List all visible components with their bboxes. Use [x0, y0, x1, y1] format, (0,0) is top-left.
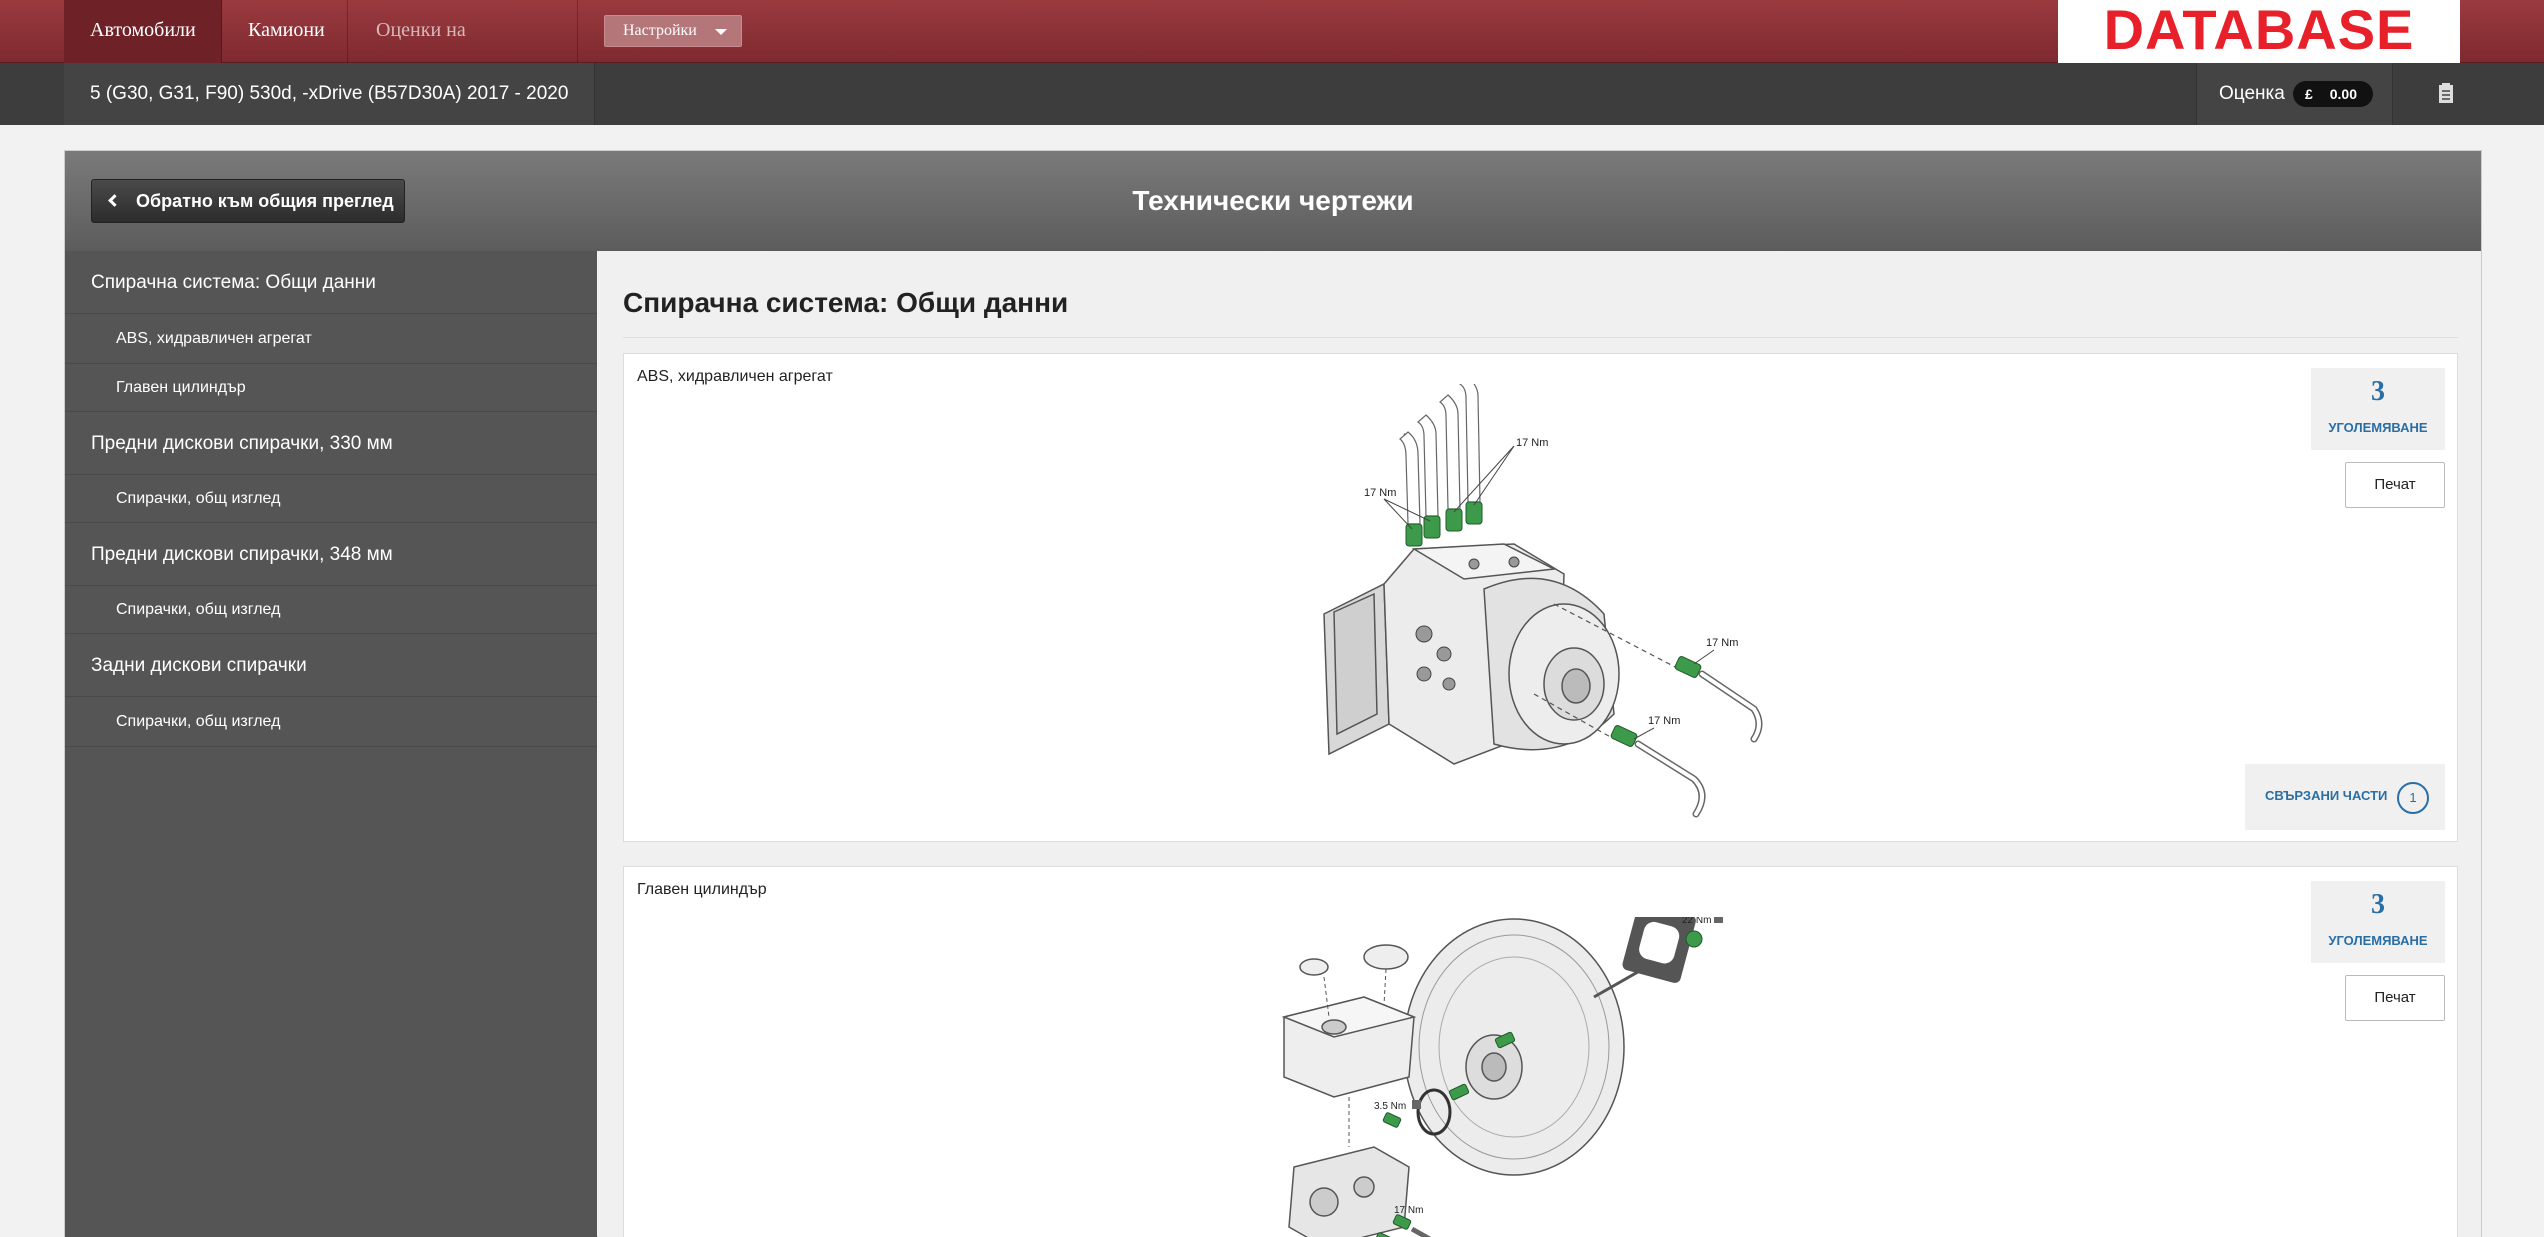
sidebar-item-front-disc-348[interactable]: Предни дискови спирачки, 348 мм: [65, 523, 597, 586]
currency-symbol: £: [2305, 86, 2313, 102]
divider: [623, 337, 2458, 338]
panel-title: Технически чертежи: [1132, 185, 1414, 216]
torque-label: 22 Nm: [1682, 917, 1711, 926]
sidebar-item-master-cylinder[interactable]: Главен цилиндър: [65, 364, 597, 412]
zoom-label: УГОЛЕМЯВАНЕ: [2328, 420, 2428, 435]
caret-down-icon: [715, 29, 727, 35]
back-to-overview-button[interactable]: Обратно към общия преглед: [91, 179, 405, 223]
estimate-total: £ 0.00: [2293, 81, 2373, 107]
torque-label: 17 Nm: [1706, 637, 1738, 649]
sidebar-item-brakes-overview-3[interactable]: Спирачки, общ изглед: [65, 697, 597, 747]
section-title: Спирачна система: Общи данни: [623, 287, 1069, 318]
related-parts-button[interactable]: СВЪРЗАНИ ЧАСТИ 1: [2245, 764, 2445, 830]
tab-trucks[interactable]: Камиони: [222, 0, 348, 63]
estimate-widget[interactable]: Оценка £ 0.00: [2196, 63, 2393, 125]
zoom-button[interactable]: 3 УГОЛЕМЯВАНЕ: [2311, 368, 2445, 450]
print-button[interactable]: Печат: [2345, 462, 2445, 508]
sidebar-item-rear-disc[interactable]: Задни дискови спирачки: [65, 634, 597, 697]
sidebar-item-brakes-overview-2[interactable]: Спирачки, общ изглед: [65, 586, 597, 634]
drawing-card-master-cylinder: Главен цилиндър 22 Nm 3.5 Nm 17 Nm 3 УГО…: [623, 866, 2458, 1237]
estimate-label: Оценка: [2219, 83, 2285, 104]
top-navigation: Автомобили Камиони Оценки на разходите Н…: [0, 0, 2544, 102]
related-parts-label: СВЪРЗАНИ ЧАСТИ: [2265, 788, 2388, 803]
sidebar-item-brake-general[interactable]: Спирачна система: Общи данни: [65, 251, 597, 314]
torque-label: 3.5 Nm: [1374, 1101, 1406, 1112]
panel-header: Обратно към общия преглед Технически чер…: [65, 151, 2481, 251]
drawing-title: ABS, хидравличен агрегат: [637, 368, 833, 385]
sidebar-item-brakes-overview-1[interactable]: Спирачки, общ изглед: [65, 475, 597, 523]
drawing-title: Главен цилиндър: [637, 881, 767, 898]
tab-cost-estimates[interactable]: Оценки на разходите: [350, 0, 578, 102]
zoom-icon: 3: [2371, 376, 2385, 407]
master-cylinder-diagram[interactable]: 22 Nm 3.5 Nm 17 Nm: [1264, 917, 1824, 1237]
vehicle-bar: 5 (G30, G31, F90) 530d, -xDrive (B57D30A…: [0, 63, 2544, 125]
chevron-left-icon: [108, 194, 121, 207]
zoom-button[interactable]: 3 УГОЛЕМЯВАНЕ: [2311, 881, 2445, 963]
zoom-label: УГОЛЕМЯВАНЕ: [2328, 933, 2428, 948]
related-parts-count: 1: [2397, 782, 2429, 814]
torque-label: 17 Nm: [1516, 437, 1548, 449]
sidebar-item-front-disc-330[interactable]: Предни дискови спирачки, 330 мм: [65, 412, 597, 475]
technical-drawings-panel: Обратно към общия преглед Технически чер…: [64, 150, 2482, 1237]
torque-label: 17 Nm: [1648, 715, 1680, 727]
back-label: Обратно към общия преглед: [136, 191, 394, 211]
torque-label: 17 Nm: [1364, 487, 1396, 499]
drawing-card-abs: ABS, хидравличен агрегат 17 Nm 17 Nm 17 …: [623, 353, 2458, 842]
content-area: Спирачна система: Общи данни ABS, хидрав…: [598, 251, 2481, 1237]
database-logo: DATABASE: [2058, 0, 2460, 63]
settings-dropdown[interactable]: Настройки: [604, 15, 742, 47]
tab-cars[interactable]: Автомобили: [64, 0, 222, 63]
settings-label: Настройки: [623, 22, 697, 39]
sidebar: Спирачна система: Общи данни ABS, хидрав…: [65, 251, 597, 1237]
abs-unit-diagram[interactable]: 17 Nm 17 Nm 17 Nm 17 Nm: [1304, 384, 1794, 824]
estimate-amount: 0.00: [2329, 86, 2357, 102]
sidebar-item-abs-unit[interactable]: ABS, хидравличен агрегат: [65, 314, 597, 364]
clipboard-icon[interactable]: [2438, 82, 2454, 104]
zoom-icon: 3: [2371, 889, 2385, 920]
print-button[interactable]: Печат: [2345, 975, 2445, 1021]
vehicle-title[interactable]: 5 (G30, G31, F90) 530d, -xDrive (B57D30A…: [64, 63, 596, 125]
